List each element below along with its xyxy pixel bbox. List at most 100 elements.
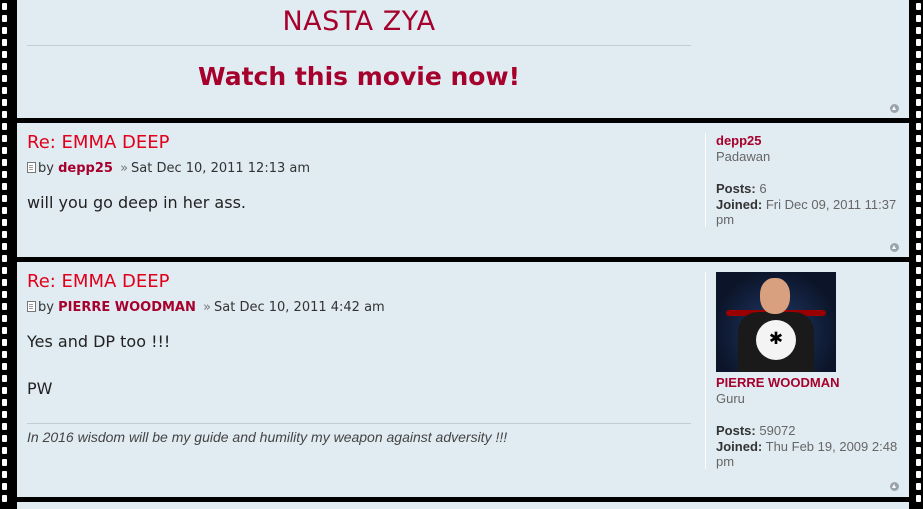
sprocket-hole: [916, 495, 921, 502]
sprocket-hole: [916, 99, 921, 106]
by-label: by: [38, 300, 54, 315]
sprocket-hole: [916, 423, 921, 430]
post-document-icon[interactable]: [27, 162, 36, 173]
sprocket-hole: [2, 39, 7, 46]
sprocket-hole: [2, 291, 7, 298]
post-subject[interactable]: Re: EMMA DEEP: [27, 132, 170, 153]
sprocket-hole: [2, 315, 7, 322]
sprocket-hole: [916, 471, 921, 478]
sprocket-hole: [2, 75, 7, 82]
profile-posts: Posts: 6: [716, 181, 911, 196]
sprocket-hole: [916, 255, 921, 262]
sprocket-hole: [916, 351, 921, 358]
sprocket-hole: [2, 135, 7, 142]
post: Re: EMMA DEEP by depp25 » Sat Dec 10, 201…: [17, 123, 909, 257]
divider: [27, 45, 691, 46]
sprocket-hole: [2, 483, 7, 490]
post-subject[interactable]: Re: EMMA DEEP: [27, 271, 170, 292]
sprocket-hole: [916, 63, 921, 70]
sprocket-hole: [2, 423, 7, 430]
sprocket-hole: [2, 183, 7, 190]
post-signature: In 2016 wisdom will be my guide and humi…: [27, 429, 508, 445]
sprocket-hole: [916, 147, 921, 154]
profile-rank: Padawan: [716, 149, 771, 164]
sprocket-hole: [2, 279, 7, 286]
post-date: Sat Dec 10, 2011 12:13 am: [131, 161, 311, 176]
sprocket-hole: [916, 3, 921, 10]
sprocket-hole: [916, 219, 921, 226]
next-post-edge: [17, 502, 909, 509]
back-to-top-icon[interactable]: [890, 104, 899, 113]
sprocket-hole: [916, 27, 921, 34]
sprocket-hole: [916, 411, 921, 418]
post-author-link[interactable]: depp25: [58, 161, 113, 176]
sprocket-hole: [2, 399, 7, 406]
sprocket-hole: [916, 243, 921, 250]
joined-label: Joined:: [716, 439, 763, 454]
signature-divider: [27, 423, 691, 424]
sprocket-hole: [2, 15, 7, 22]
profile-rank: Guru: [716, 391, 745, 406]
sprocket-hole: [916, 279, 921, 286]
sprocket-hole: [916, 387, 921, 394]
sprocket-hole: [2, 327, 7, 334]
post-profile: depp25 Padawan Posts: 6 Joined: Fri Dec …: [705, 133, 911, 227]
sprocket-hole: [2, 147, 7, 154]
posts-label: Posts:: [716, 181, 756, 196]
post-body-line: PW: [27, 379, 53, 398]
avatar[interactable]: ✱: [716, 272, 836, 372]
sprocket-hole: [2, 123, 7, 130]
profile-username[interactable]: depp25: [716, 133, 911, 148]
sprocket-hole: [916, 135, 921, 142]
banner-title: NASTA ZYA: [282, 6, 436, 37]
back-to-top-icon[interactable]: [890, 243, 899, 252]
sprocket-hole: [2, 231, 7, 238]
sprocket-hole: [916, 39, 921, 46]
posts-count[interactable]: 6: [759, 181, 766, 196]
sprocket-hole: [2, 195, 7, 202]
sprocket-hole: [916, 231, 921, 238]
sprocket-hole: [2, 207, 7, 214]
sprocket-hole: [2, 435, 7, 442]
posts-label: Posts:: [716, 423, 756, 438]
sprocket-hole: [2, 303, 7, 310]
sprocket-hole: [2, 3, 7, 10]
sprocket-hole: [916, 195, 921, 202]
sprocket-hole: [2, 243, 7, 250]
banner-panel: NASTA ZYA Watch this movie now!: [17, 0, 909, 118]
back-to-top-icon[interactable]: [890, 482, 899, 491]
sprocket-hole: [916, 435, 921, 442]
sprocket-hole: [916, 171, 921, 178]
sprocket-hole: [2, 339, 7, 346]
post-body-line: will you go deep in her ass.: [27, 193, 246, 212]
sprocket-hole: [916, 459, 921, 466]
sprocket-hole: [916, 207, 921, 214]
sprocket-hole: [2, 87, 7, 94]
sprocket-hole: [916, 87, 921, 94]
sprocket-hole: [2, 27, 7, 34]
sprocket-hole: [2, 375, 7, 382]
profile-posts: Posts: 59072: [716, 423, 911, 438]
sprocket-hole: [2, 471, 7, 478]
sprocket-hole: [916, 303, 921, 310]
sprocket-hole: [916, 375, 921, 382]
film-strip-right: [914, 0, 923, 509]
profile-joined: Joined: Thu Feb 19, 2009 2:48 pm: [716, 439, 911, 469]
byline-separator: »: [203, 300, 211, 315]
post-author-link[interactable]: PIERRE WOODMAN: [58, 300, 196, 315]
post: Re: EMMA DEEP by PIERRE WOODMAN » Sat Dec…: [17, 262, 909, 497]
sprocket-hole: [2, 51, 7, 58]
post-byline: by PIERRE WOODMAN » Sat Dec 10, 2011 4:42…: [27, 300, 385, 315]
posts-count[interactable]: 59072: [759, 423, 795, 438]
sprocket-hole: [2, 111, 7, 118]
sprocket-hole: [916, 123, 921, 130]
post-profile: ✱ PIERRE WOODMAN Guru Posts: 59072 Joine…: [705, 272, 911, 469]
sprocket-hole: [916, 291, 921, 298]
film-strip-left: [0, 0, 9, 509]
profile-username[interactable]: PIERRE WOODMAN: [716, 375, 911, 390]
banner-cta[interactable]: Watch this movie now!: [27, 62, 691, 91]
post-document-icon[interactable]: [27, 301, 36, 312]
sprocket-hole: [2, 219, 7, 226]
byline-separator: »: [120, 161, 129, 176]
sprocket-hole: [2, 459, 7, 466]
